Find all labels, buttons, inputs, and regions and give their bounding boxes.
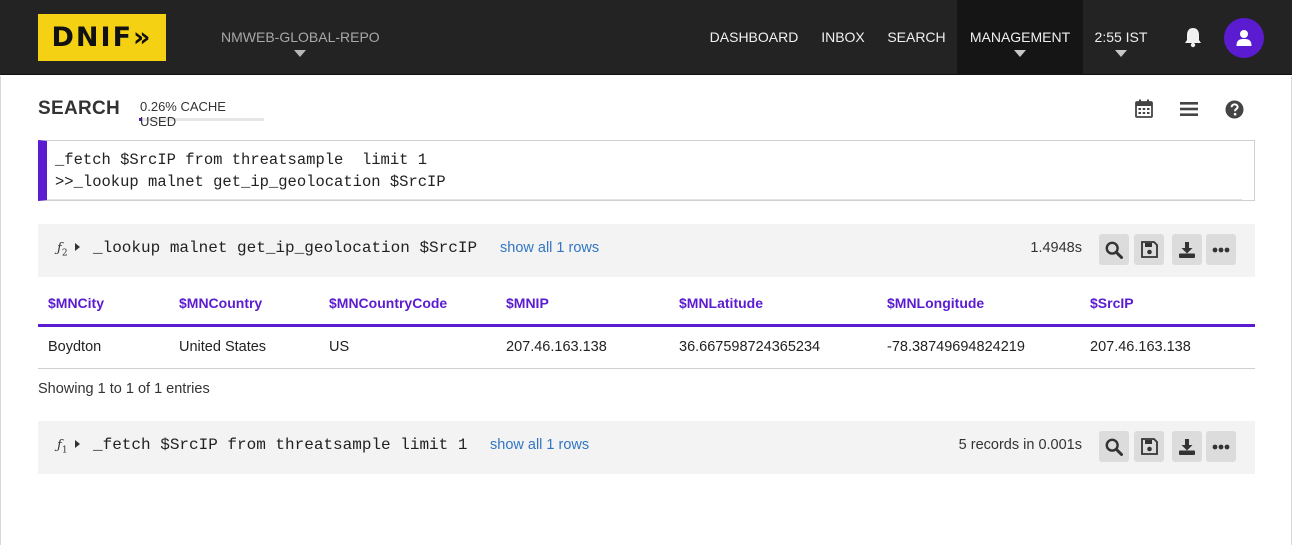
save-icon [1140, 241, 1158, 258]
execution-time: 5 records in 0.001s [958, 437, 1082, 453]
user-avatar[interactable] [1224, 18, 1264, 58]
more-options-button[interactable] [1206, 431, 1236, 462]
table-cell: 207.46.163.138 [1080, 325, 1255, 369]
function-index-label: ƒ2 [57, 241, 68, 259]
table-row: Boydton United States US 207.46.163.138 … [38, 325, 1255, 369]
panel-command: _lookup malnet get_ip_geolocation $SrcIP [93, 239, 478, 257]
more-horizontal-icon [1212, 247, 1230, 252]
panel-command: _fetch $SrcIP from threatsample limit 1 [93, 436, 468, 454]
result-panel-header: ƒ2 _lookup malnet get_ip_geolocation $Sr… [38, 224, 1255, 277]
table-cell: US [319, 325, 496, 369]
search-icon [1105, 438, 1123, 456]
download-icon [1179, 438, 1195, 455]
search-button[interactable] [1099, 431, 1129, 462]
expand-caret-icon[interactable] [75, 243, 80, 251]
nav-clock[interactable]: 2:55 IST [1083, 0, 1159, 75]
show-all-rows-link[interactable]: show all 1 rows [490, 437, 589, 453]
calendar-icon[interactable] [1133, 97, 1155, 119]
repo-caret-down-icon[interactable] [294, 50, 306, 57]
nav-management-label: MANAGEMENT [969, 29, 1071, 45]
expand-caret-icon[interactable] [75, 440, 80, 448]
column-header[interactable]: $MNCity [38, 282, 169, 327]
column-header[interactable]: $MNLatitude [669, 282, 877, 327]
table-cell: United States [169, 325, 319, 369]
column-header[interactable]: $SrcIP [1080, 282, 1255, 327]
execution-time: 1.4948s [1030, 240, 1082, 256]
function-index-label: ƒ1 [57, 438, 68, 456]
user-icon [1236, 30, 1252, 46]
save-button[interactable] [1134, 431, 1164, 462]
show-all-rows-link[interactable]: show all 1 rows [500, 240, 599, 256]
save-icon [1140, 438, 1158, 455]
nav-dashboard-label: DASHBOARD [709, 29, 799, 45]
page-title: SEARCH [38, 98, 121, 119]
query-line-2[interactable]: >>_lookup malnet get_ip_geolocation $Src… [55, 173, 446, 191]
logo-text: DNIF» [51, 22, 153, 53]
cache-usage-indicator: 0.26% CACHE USED [139, 99, 264, 129]
nav-management[interactable]: MANAGEMENT [957, 0, 1083, 75]
nav-search[interactable]: SEARCH [876, 0, 957, 75]
search-icon [1105, 241, 1123, 259]
repo-selector[interactable]: NMWEB-GLOBAL-REPO [221, 29, 380, 45]
clock-caret-down-icon [1115, 50, 1127, 57]
download-button[interactable] [1172, 431, 1202, 462]
nav-inbox-label: INBOX [821, 29, 865, 45]
table-cell: Boydton [38, 325, 169, 369]
column-header[interactable]: $MNCountry [169, 282, 319, 327]
list-icon[interactable] [1178, 98, 1200, 120]
download-icon [1179, 241, 1195, 258]
download-button[interactable] [1172, 234, 1202, 265]
dnif-logo[interactable]: DNIF» [38, 14, 166, 61]
entries-info: Showing 1 to 1 of 1 entries [38, 381, 210, 397]
save-button[interactable] [1134, 234, 1164, 265]
search-button[interactable] [1099, 234, 1129, 265]
nav-search-label: SEARCH [887, 29, 946, 45]
table-cell: 207.46.163.138 [496, 325, 669, 369]
column-header[interactable]: $MNLongitude [877, 282, 1080, 327]
nav-clock-label: 2:55 IST [1094, 29, 1148, 45]
bell-icon[interactable] [1183, 26, 1203, 48]
management-caret-down-icon [1014, 50, 1026, 57]
query-line-1[interactable]: _fetch $SrcIP from threatsample limit 1 [55, 151, 427, 169]
query-editor-scrollbar[interactable] [47, 199, 1242, 200]
more-horizontal-icon [1212, 444, 1230, 449]
table-cell: -78.38749694824219 [877, 325, 1080, 369]
top-navigation-bar: DNIF» NMWEB-GLOBAL-REPO DASHBOARD INBOX … [0, 0, 1292, 75]
column-header[interactable]: $MNIP [496, 282, 669, 327]
table-header-row: $MNCity $MNCountry $MNCountryCode $MNIP … [38, 282, 1255, 327]
query-editor[interactable]: _fetch $SrcIP from threatsample limit 1 … [38, 140, 1255, 201]
nav-inbox[interactable]: INBOX [810, 0, 876, 75]
nav-dashboard[interactable]: DASHBOARD [698, 0, 810, 75]
column-header[interactable]: $MNCountryCode [319, 282, 496, 327]
more-options-button[interactable] [1206, 234, 1236, 265]
table-cell: 36.667598724365234 [669, 325, 877, 369]
result-panel-header: ƒ1 _fetch $SrcIP from threatsample limit… [38, 421, 1255, 474]
help-icon[interactable] [1223, 98, 1245, 120]
results-table: $MNCity $MNCountry $MNCountryCode $MNIP … [38, 282, 1255, 369]
